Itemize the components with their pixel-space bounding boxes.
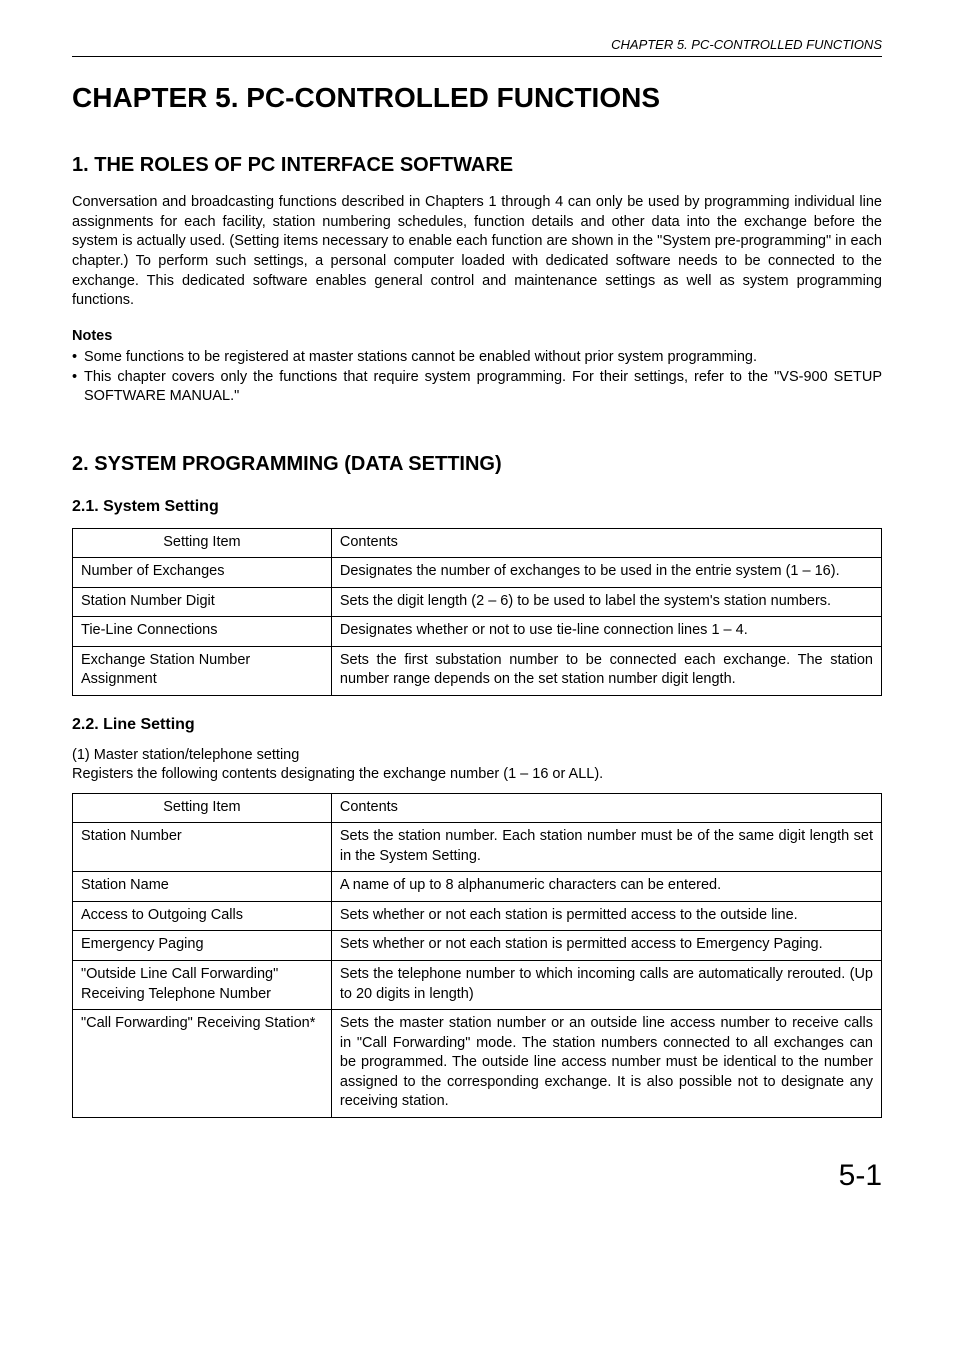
table-cell-contents: Sets the digit length (2 – 6) to be used… — [331, 587, 881, 617]
table-cell-item: Exchange Station Number Assignment — [73, 646, 332, 695]
section-1-title: 1. THE ROLES OF PC INTERFACE SOFTWARE — [72, 152, 882, 179]
table-cell-item: Number of Exchanges — [73, 558, 332, 588]
table-cell-contents: Sets the master station number or an out… — [331, 1010, 881, 1118]
table-cell-contents: Sets whether or not each station is perm… — [331, 931, 881, 961]
table-header-item: Setting Item — [73, 793, 332, 823]
note-item: Some functions to be registered at maste… — [72, 348, 882, 368]
table-cell-item: Station Name — [73, 872, 332, 902]
table-row: Access to Outgoing Calls Sets whether or… — [73, 901, 882, 931]
table-header-item: Setting Item — [73, 528, 332, 558]
table-cell-contents: Sets whether or not each station is perm… — [331, 901, 881, 931]
notes-label: Notes — [72, 327, 882, 347]
table-header-row: Setting Item Contents — [73, 528, 882, 558]
header-rule — [72, 56, 882, 57]
table-cell-item: Station Number — [73, 823, 332, 872]
table-cell-item: Station Number Digit — [73, 587, 332, 617]
section-2-title: 2. SYSTEM PROGRAMMING (DATA SETTING) — [72, 451, 882, 478]
subsection-22-title: 2.2. Line Setting — [72, 714, 882, 736]
section-1-body: Conversation and broadcasting functions … — [72, 193, 882, 310]
table-cell-contents: Designates the number of exchanges to be… — [331, 558, 881, 588]
notes-list: Some functions to be registered at maste… — [72, 348, 882, 407]
page-number: 5-1 — [72, 1156, 882, 1197]
table-row: "Call Forwarding" Receiving Station* Set… — [73, 1010, 882, 1118]
system-setting-table: Setting Item Contents Number of Exchange… — [72, 528, 882, 696]
table-cell-contents: A name of up to 8 alphanumeric character… — [331, 872, 881, 902]
table-header-row: Setting Item Contents — [73, 793, 882, 823]
table-row: Emergency Paging Sets whether or not eac… — [73, 931, 882, 961]
running-header: CHAPTER 5. PC-CONTROLLED FUNCTIONS — [72, 36, 882, 54]
table-cell-contents: Sets the telephone number to which incom… — [331, 961, 881, 1010]
table-cell-item: Emergency Paging — [73, 931, 332, 961]
table-cell-contents: Sets the first substation number to be c… — [331, 646, 881, 695]
table-header-contents: Contents — [331, 793, 881, 823]
table-row: Tie-Line Connections Designates whether … — [73, 617, 882, 647]
table-row: Station Number Sets the station number. … — [73, 823, 882, 872]
table-row: Number of Exchanges Designates the numbe… — [73, 558, 882, 588]
table-row: Exchange Station Number Assignment Sets … — [73, 646, 882, 695]
line-setting-table: Setting Item Contents Station Number Set… — [72, 793, 882, 1118]
table-cell-item: "Outside Line Call Forwarding" Receiving… — [73, 961, 332, 1010]
line-setting-intro-1: (1) Master station/telephone setting — [72, 746, 882, 766]
table-cell-contents: Designates whether or not to use tie-lin… — [331, 617, 881, 647]
subsection-21-title: 2.1. System Setting — [72, 496, 882, 518]
table-cell-item: "Call Forwarding" Receiving Station* — [73, 1010, 332, 1118]
note-item: This chapter covers only the functions t… — [72, 368, 882, 407]
table-row: "Outside Line Call Forwarding" Receiving… — [73, 961, 882, 1010]
table-row: Station Name A name of up to 8 alphanume… — [73, 872, 882, 902]
table-cell-contents: Sets the station number. Each station nu… — [331, 823, 881, 872]
line-setting-intro-2: Registers the following contents designa… — [72, 765, 882, 785]
table-header-contents: Contents — [331, 528, 881, 558]
table-cell-item: Tie-Line Connections — [73, 617, 332, 647]
table-cell-item: Access to Outgoing Calls — [73, 901, 332, 931]
table-row: Station Number Digit Sets the digit leng… — [73, 587, 882, 617]
chapter-title: CHAPTER 5. PC-CONTROLLED FUNCTIONS — [72, 79, 882, 117]
